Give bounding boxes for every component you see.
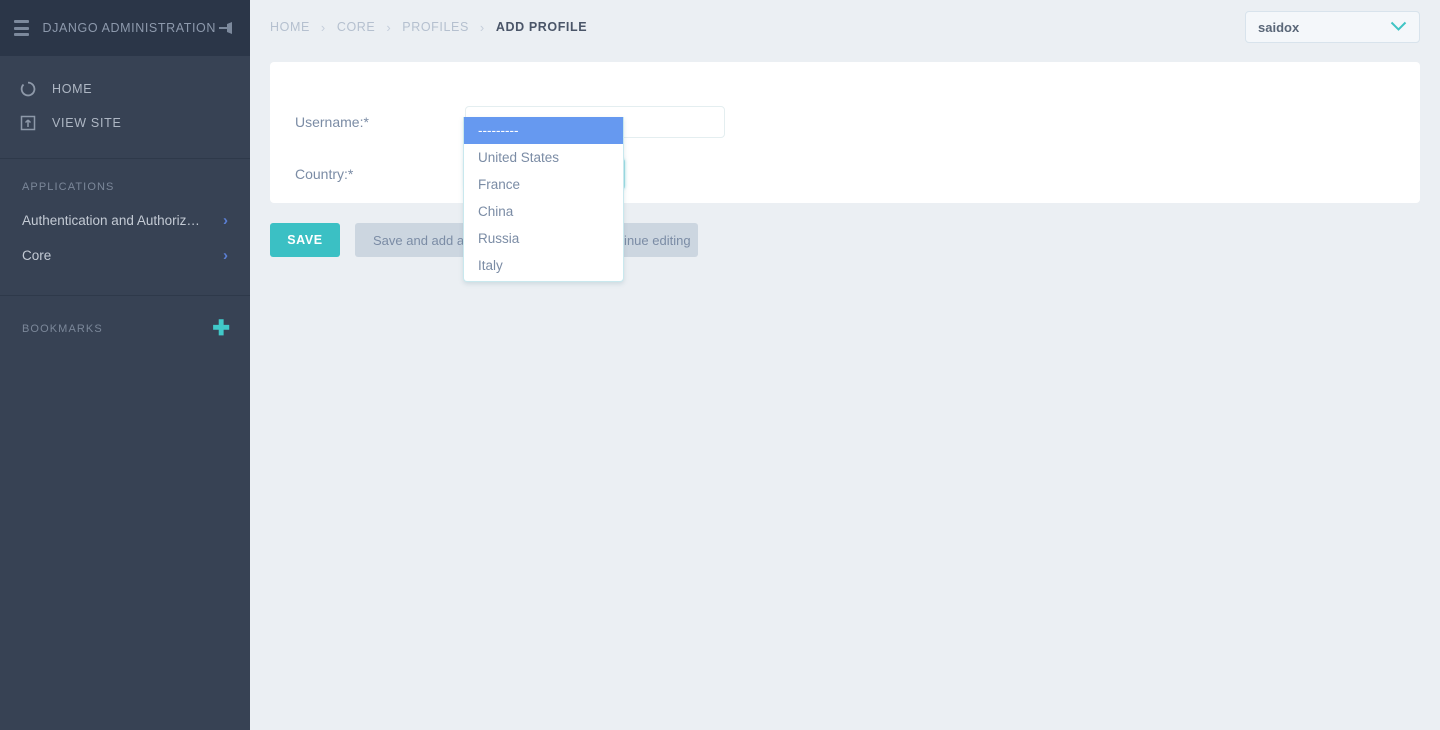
breadcrumb-item-home[interactable]: HOME — [270, 20, 310, 34]
dropdown-option-china[interactable]: China — [464, 198, 623, 225]
applications-section-title: APPLICATIONS — [0, 159, 250, 203]
save-button[interactable]: SAVE — [270, 223, 340, 257]
bookmarks-header: BOOKMARKS ✚ — [0, 296, 250, 349]
form-card: Username:* Country:* — [270, 62, 1420, 203]
user-menu-label: saidox — [1258, 20, 1299, 35]
circle-loop-icon — [20, 81, 42, 97]
bookmarks-section-title: BOOKMARKS — [22, 323, 103, 335]
sidebar-app-core[interactable]: Core › — [0, 238, 250, 273]
dropdown-option-united-states[interactable]: United States — [464, 144, 623, 171]
sidebar-item-home-label: HOME — [52, 82, 92, 96]
sidebar-app-authentication[interactable]: Authentication and Authoriz… › — [0, 203, 250, 238]
sidebar-nav: HOME VIEW SITE — [0, 56, 250, 140]
external-link-icon — [20, 115, 42, 131]
user-menu[interactable]: saidox — [1245, 11, 1420, 43]
chevron-right-icon[interactable]: › — [223, 212, 228, 229]
sidebar-item-view-site[interactable]: VIEW SITE — [0, 106, 250, 140]
username-label: Username:* — [295, 114, 465, 130]
form-row-country: Country:* — [270, 148, 1420, 200]
sidebar-app-core-label: Core — [22, 248, 51, 263]
dropdown-option-blank[interactable]: --------- — [464, 117, 623, 144]
breadcrumb-item-profiles[interactable]: PROFILES — [402, 20, 469, 34]
pin-icon[interactable] — [216, 15, 236, 41]
country-label: Country:* — [295, 166, 465, 182]
chevron-right-icon[interactable]: › — [223, 247, 228, 264]
main-content: HOME › CORE › PROFILES › ADD PROFILE sai… — [250, 0, 1440, 730]
chevron-down-icon[interactable] — [1390, 20, 1407, 35]
dropdown-option-italy[interactable]: Italy — [464, 252, 623, 279]
sidebar-item-view-site-label: VIEW SITE — [52, 116, 122, 130]
sidebar: DJANGO ADMINISTRATION HOME — [0, 0, 250, 730]
sidebar-header: DJANGO ADMINISTRATION — [0, 0, 250, 56]
breadcrumb-separator: › — [321, 20, 326, 35]
breadcrumb-item-core[interactable]: CORE — [337, 20, 376, 34]
country-dropdown-list[interactable]: --------- United States France China Rus… — [463, 117, 624, 282]
brand-title: DJANGO ADMINISTRATION — [43, 21, 217, 35]
sidebar-item-home[interactable]: HOME — [0, 72, 250, 106]
breadcrumb-separator: › — [386, 20, 391, 35]
plus-icon[interactable]: ✚ — [212, 318, 230, 339]
form-row-username: Username:* — [270, 96, 1420, 148]
dropdown-option-france[interactable]: France — [464, 171, 623, 198]
dropdown-option-russia[interactable]: Russia — [464, 225, 623, 252]
hamburger-icon[interactable] — [14, 20, 29, 36]
sidebar-app-authentication-label: Authentication and Authoriz… — [22, 213, 200, 228]
breadcrumb-item-add-profile: ADD PROFILE — [496, 20, 587, 34]
breadcrumb-separator: › — [480, 20, 485, 35]
breadcrumb: HOME › CORE › PROFILES › ADD PROFILE — [270, 20, 587, 35]
topbar: HOME › CORE › PROFILES › ADD PROFILE sai… — [250, 0, 1440, 54]
